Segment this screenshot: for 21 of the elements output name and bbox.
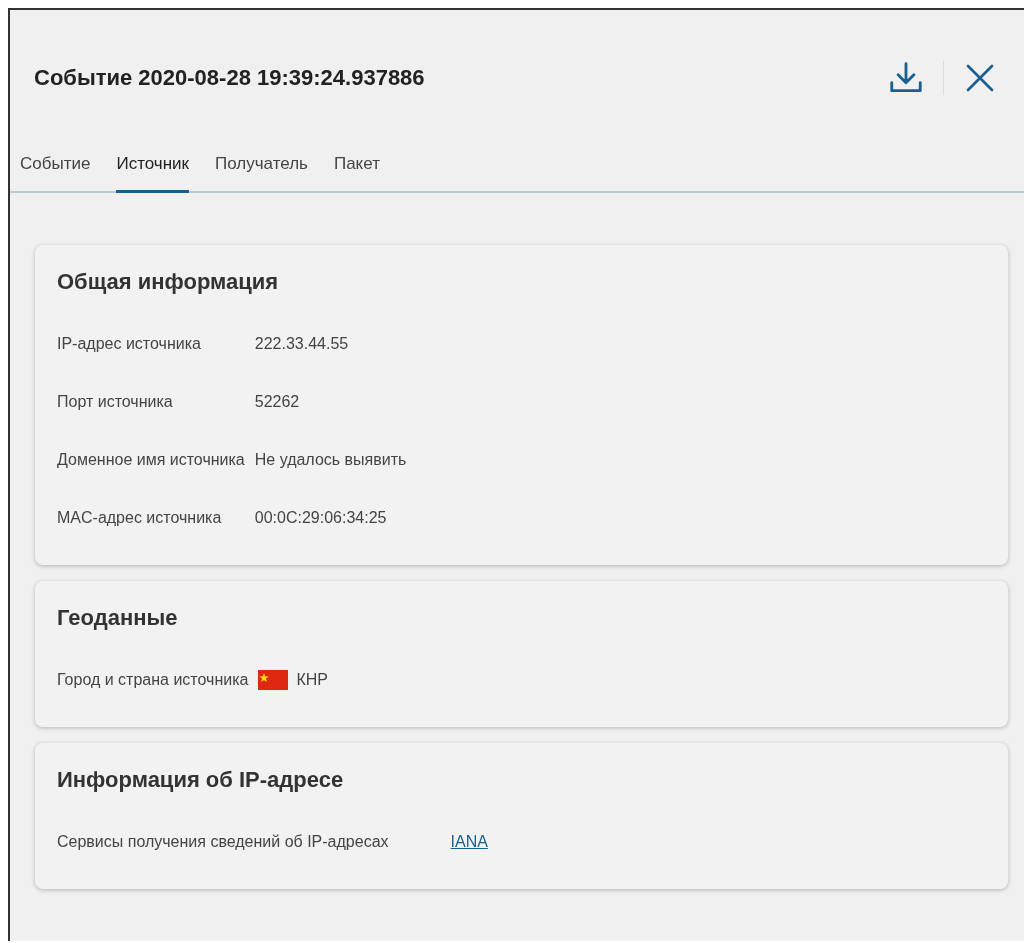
- card-title: Геоданные: [57, 605, 179, 631]
- field-label: Порт источника: [57, 393, 174, 411]
- field-value: 52262: [254, 393, 301, 411]
- card-title: Информация об IP-адресе: [57, 767, 345, 793]
- field-label: Доменное имя источника: [57, 451, 245, 469]
- tab[interactable]: Пакет: [333, 154, 380, 193]
- dialog-title: Событие 2020-08-28 19:39:24.937886: [34, 65, 425, 91]
- field-label: IP-адрес источника: [57, 335, 202, 353]
- field-value: КНР: [296, 671, 328, 689]
- iana-link[interactable]: IANA: [450, 833, 488, 851]
- field-label: MAC-адрес источника: [57, 509, 223, 527]
- card-title: Общая информация: [57, 269, 280, 295]
- tab[interactable]: Событие: [20, 154, 91, 193]
- field-label: Сервисы получения сведений об IP-адресах: [57, 833, 389, 851]
- field-value: 222.33.44.55: [254, 335, 350, 353]
- tab[interactable]: Источник: [116, 154, 189, 193]
- field-value: Не удалось выявить: [254, 451, 408, 469]
- field-label: Город и страна источника: [57, 671, 249, 689]
- flag-icon: [258, 670, 289, 690]
- field-value: 00:0C:29:06:34:25: [254, 509, 388, 527]
- tab[interactable]: Получатель: [215, 154, 308, 193]
